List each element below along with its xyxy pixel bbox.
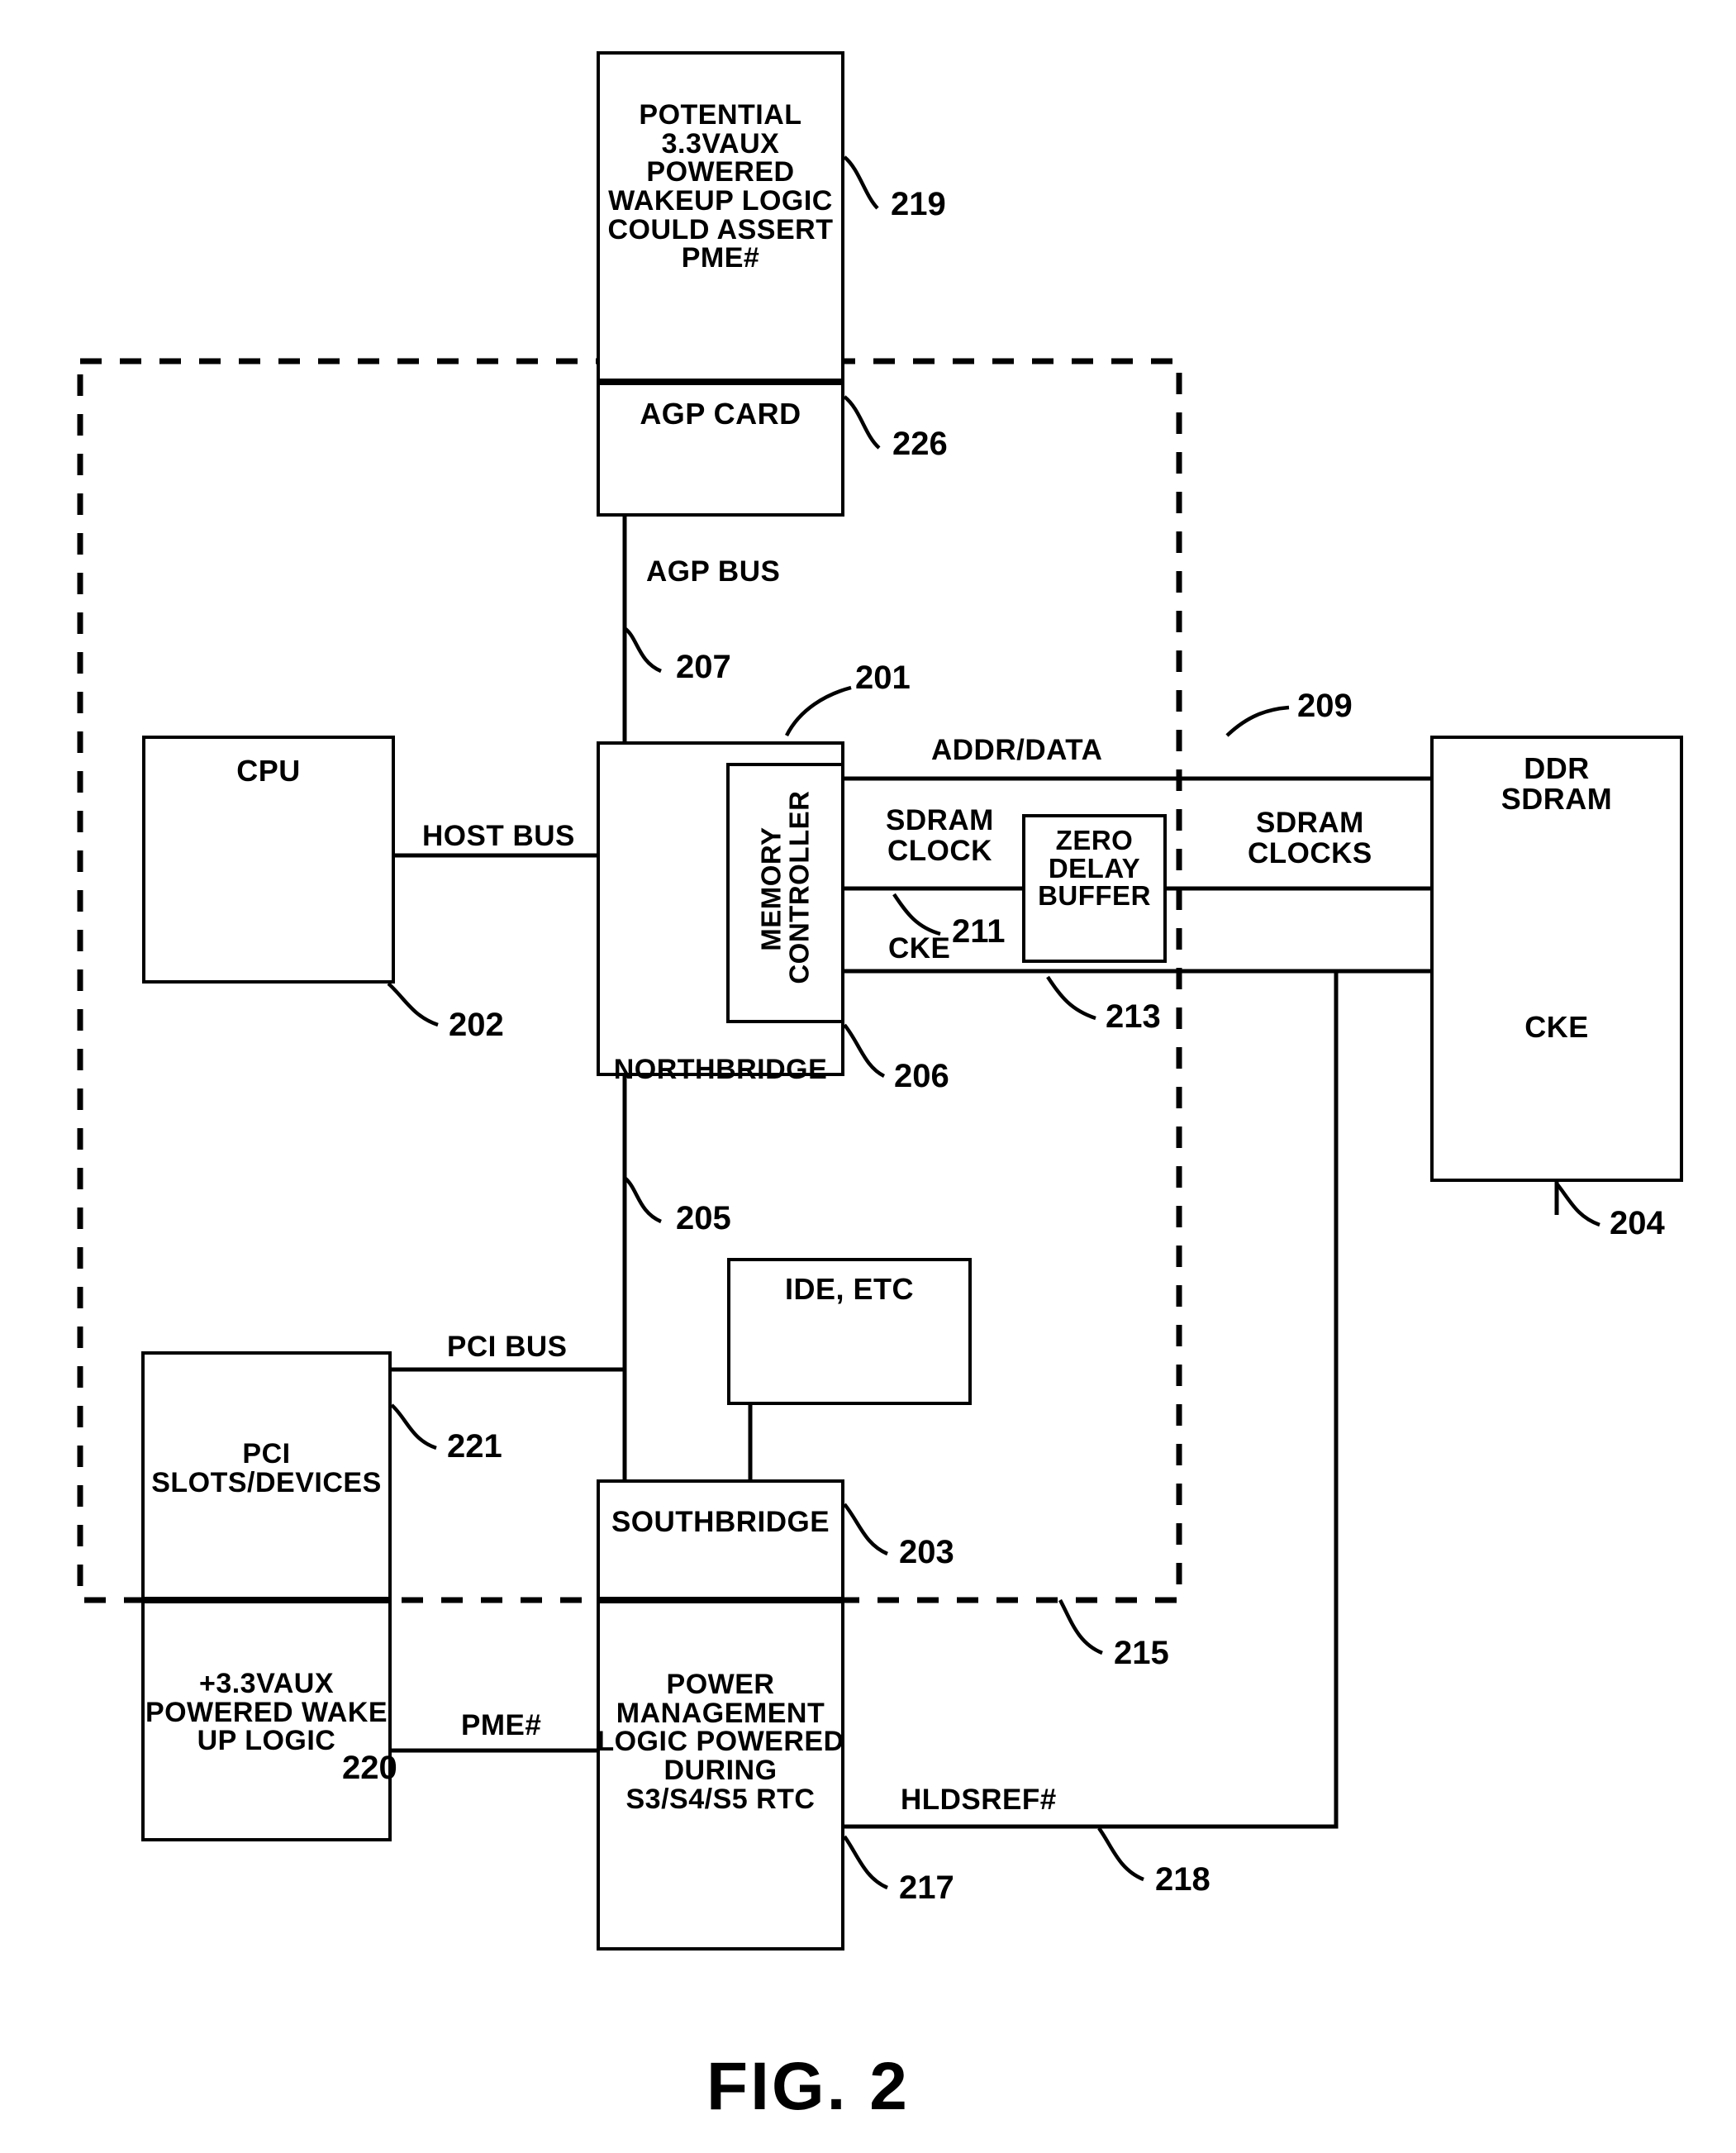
- ddr-sdram-cke-label: CKE: [1524, 1010, 1589, 1044]
- ref-203: 203: [899, 1534, 954, 1570]
- ref-206: 206: [894, 1058, 949, 1094]
- agp-bus-label: AGP BUS: [646, 555, 781, 588]
- ref-220: 220: [342, 1750, 397, 1786]
- agp-card-label: AGP CARD: [640, 397, 801, 431]
- patent-figure-2: POTENTIAL 3.3VAUX POWERED WAKEUP LOGIC C…: [0, 0, 1736, 2153]
- ref-221: 221: [447, 1428, 502, 1465]
- power-management-logic-label: POWER MANAGEMENT LOGIC POWERED DURING S3…: [597, 1669, 844, 1815]
- ref-209: 209: [1297, 688, 1353, 724]
- ref-202: 202: [449, 1007, 504, 1043]
- host-bus-label: HOST BUS: [422, 820, 575, 852]
- sdram-clocks-label: SDRAM CLOCKS: [1248, 807, 1372, 869]
- memory-controller-label: MEMORY CONTROLLER: [755, 790, 814, 984]
- cke-label: CKE: [888, 932, 951, 965]
- hldsref-label: HLDSREF#: [901, 1784, 1057, 1816]
- block-southbridge[interactable]: [597, 1479, 844, 1600]
- ref-211: 211: [952, 913, 1006, 950]
- cpu-label: CPU: [236, 754, 301, 788]
- zero-delay-buffer-label: ZERO DELAY BUFFER: [1038, 825, 1151, 912]
- pme-label: PME#: [461, 1709, 542, 1741]
- ref-226: 226: [892, 426, 948, 462]
- ref-207: 207: [676, 649, 731, 685]
- pci-slots-devices-label: PCI SLOTS/DEVICES: [151, 1438, 382, 1498]
- ref-217: 217: [899, 1870, 954, 1906]
- potential-wakeup-logic-label: POTENTIAL 3.3VAUX POWERED WAKEUP LOGIC C…: [607, 99, 834, 274]
- pci-bus-label: PCI BUS: [447, 1331, 568, 1363]
- ref-215: 215: [1114, 1635, 1169, 1671]
- ref-204: 204: [1610, 1205, 1665, 1241]
- ref-213: 213: [1106, 998, 1161, 1035]
- figure-caption: FIG. 2: [706, 2049, 910, 2124]
- ref-218: 218: [1155, 1861, 1210, 1898]
- southbridge-label: SOUTHBRIDGE: [611, 1506, 830, 1538]
- ide-etc-label: IDE, ETC: [784, 1272, 914, 1306]
- aux-wake-up-logic-label: +3.3VAUX POWERED WAKE UP LOGIC: [145, 1668, 388, 1757]
- northbridge-label: NORTHBRIDGE: [613, 1054, 828, 1085]
- ref-205: 205: [676, 1200, 731, 1236]
- ddr-sdram-label: DDR SDRAM: [1501, 751, 1613, 816]
- sdram-clock-label: SDRAM CLOCK: [886, 804, 994, 867]
- ref-219: 219: [891, 186, 946, 222]
- addr-data-label: ADDR/DATA: [931, 734, 1103, 766]
- ref-201: 201: [855, 660, 911, 696]
